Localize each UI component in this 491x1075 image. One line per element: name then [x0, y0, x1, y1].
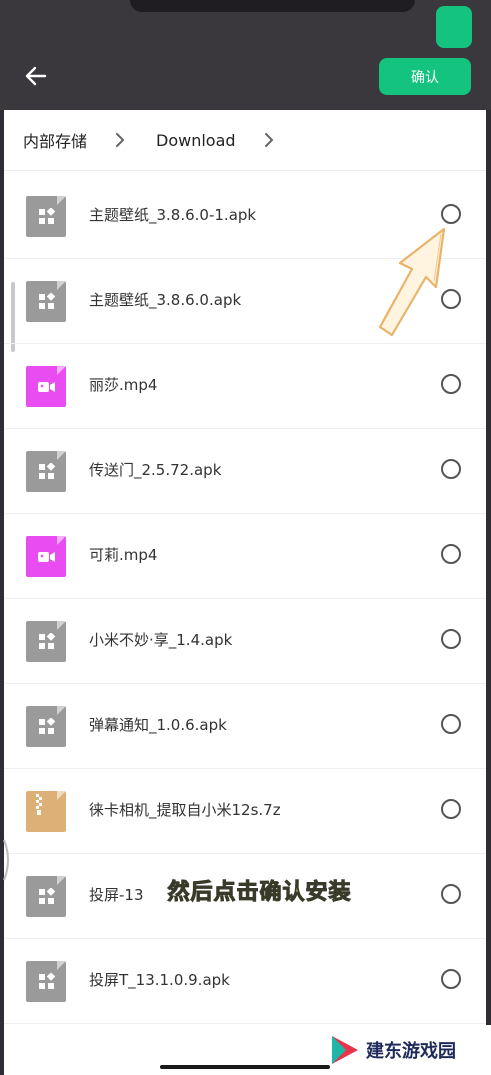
confirm-button[interactable]: 确认: [379, 58, 471, 95]
caption-text: 然后点击确认安装: [167, 880, 352, 906]
file-row[interactable]: 可莉.mp4: [4, 514, 486, 599]
select-radio[interactable]: [441, 714, 461, 734]
file-name: 徕卡相机_提取自小米12s.7z: [89, 801, 281, 819]
archive-file-icon: [26, 791, 66, 832]
status-chip: [436, 6, 472, 48]
video-file-icon: [26, 536, 66, 577]
file-row[interactable]: 小米不妙·享_1.4.apk: [4, 599, 486, 684]
file-row[interactable]: 投屏T_13.1.0.9.apk: [4, 939, 486, 1024]
apk-file-icon: [26, 451, 66, 492]
file-name: 主题壁纸_3.8.6.0.apk: [89, 291, 242, 309]
file-row[interactable]: 弹幕通知_1.0.6.apk: [4, 684, 486, 769]
file-name: 主题壁纸_3.8.6.0-1.apk: [89, 206, 257, 224]
file-row[interactable]: 徕卡相机_提取自小米12s.7z: [4, 769, 486, 854]
breadcrumb-download[interactable]: Download: [156, 131, 236, 150]
status-area: 确认: [0, 0, 491, 110]
chevron-right-icon: [264, 133, 278, 147]
file-name: 传送门_2.5.72.apk: [89, 461, 222, 479]
apk-file-icon: [26, 196, 66, 237]
camera-notch: [130, 0, 415, 12]
select-radio[interactable]: [441, 459, 461, 479]
file-name: 投屏T_13.1.0.9.apk: [89, 971, 230, 989]
file-row[interactable]: 传送门_2.5.72.apk: [4, 429, 486, 514]
file-name: 可莉.mp4: [89, 546, 158, 564]
select-radio[interactable]: [441, 544, 461, 564]
chevron-right-icon: [115, 133, 129, 147]
apk-file-icon: [26, 961, 66, 1002]
select-radio[interactable]: [441, 799, 461, 819]
breadcrumb: 内部存储 Download: [4, 110, 486, 171]
apk-file-icon: [26, 621, 66, 662]
breadcrumb-internal-storage[interactable]: 内部存储: [23, 128, 87, 152]
apk-file-icon: [26, 281, 66, 322]
select-radio[interactable]: [441, 629, 461, 649]
file-name: 小米不妙·享_1.4.apk: [89, 631, 233, 649]
select-radio[interactable]: [441, 374, 461, 394]
file-name: 弹幕通知_1.0.6.apk: [89, 716, 227, 734]
back-button[interactable]: [18, 60, 54, 92]
file-row[interactable]: 丽莎.mp4: [4, 344, 486, 429]
caption-overlay: 然后点击确认安装: [0, 874, 491, 906]
watermark-logo-icon: [332, 1036, 358, 1064]
pointer-arrow-icon: [378, 227, 446, 337]
watermark-text: 建东游戏园: [366, 1041, 456, 1062]
select-radio[interactable]: [441, 204, 461, 224]
home-indicator[interactable]: [160, 1065, 330, 1069]
apk-file-icon: [26, 706, 66, 747]
edge-gesture-handle: [3, 839, 9, 881]
select-radio[interactable]: [441, 969, 461, 989]
file-name: 丽莎.mp4: [89, 376, 158, 394]
video-file-icon: [26, 366, 66, 407]
arrow-left-icon: [25, 66, 47, 86]
